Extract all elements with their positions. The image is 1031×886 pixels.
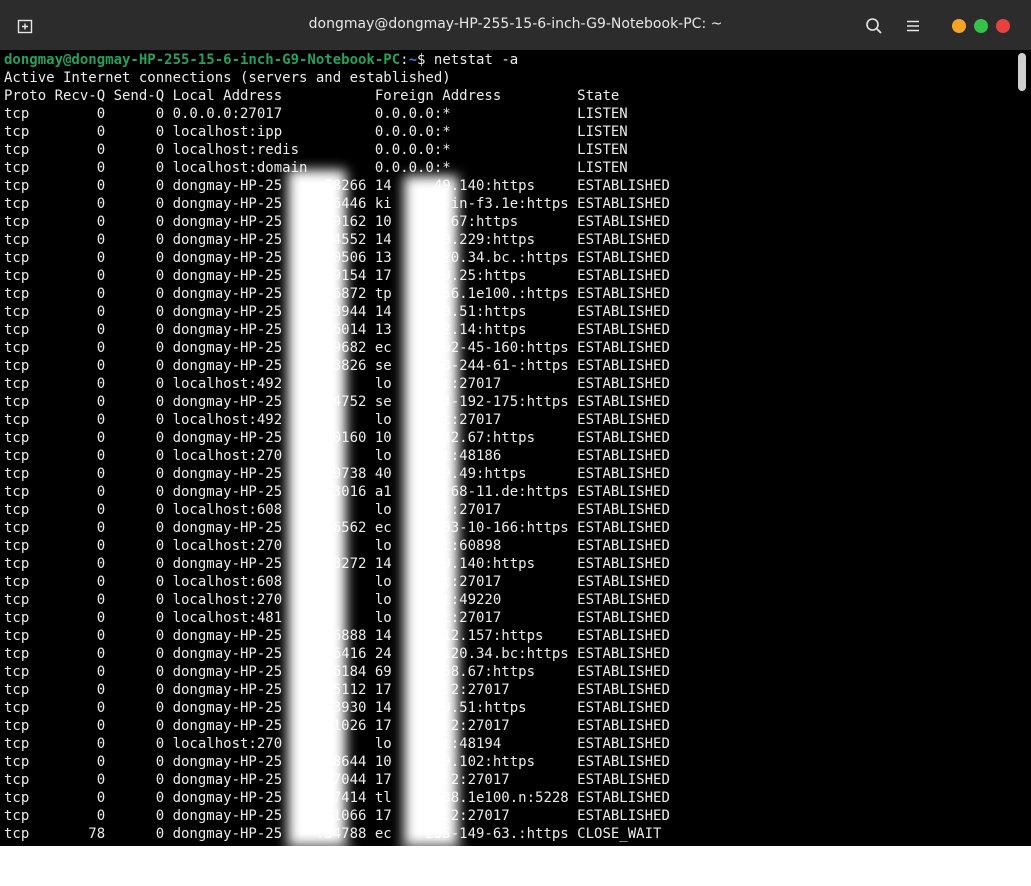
prompt-user-host: dongmay@dongmay-HP-255-15-6-inch-G9-Note… <box>4 52 401 68</box>
title-bar: dongmay@dongmay-HP-255-15-6-inch-G9-Note… <box>0 0 1031 51</box>
terminal-output[interactable]: dongmay@dongmay-HP-255-15-6-inch-G9-Note… <box>0 50 1014 846</box>
command-text: netstat -a <box>433 52 519 68</box>
maximize-icon[interactable] <box>974 19 988 33</box>
redaction-tail-foreign <box>398 846 464 868</box>
prompt-symbol: $ <box>417 52 426 68</box>
terminal-window: dongmay@dongmay-HP-255-15-6-inch-G9-Note… <box>0 0 1031 846</box>
redaction-tail-local <box>284 846 354 868</box>
hamburger-menu-icon[interactable] <box>903 16 923 36</box>
prompt-path: ~ <box>408 52 418 68</box>
minimize-icon[interactable] <box>952 19 966 33</box>
close-icon[interactable] <box>996 19 1010 33</box>
scrollbar[interactable] <box>1014 50 1031 846</box>
redaction-block-local <box>288 170 346 846</box>
connection-row: tcp 0 0 0.0.0.0:27017 0.0.0.0:* LISTEN <box>4 106 628 122</box>
output-header: Active Internet connections (servers and… <box>4 70 451 86</box>
connection-row: tcp 0 0 localhost:redis 0.0.0.0:* LISTEN <box>4 142 628 158</box>
redaction-block-foreign <box>404 176 458 846</box>
scrollbar-thumb[interactable] <box>1018 53 1026 91</box>
search-icon[interactable] <box>864 16 884 36</box>
prompt-separator: : <box>400 52 409 68</box>
column-header: Proto Recv-Q Send-Q Local Address Foreig… <box>4 88 620 104</box>
prompt-line: dongmay@dongmay-HP-255-15-6-inch-G9-Note… <box>4 51 670 69</box>
connection-row: tcp 0 0 localhost:ipp 0.0.0.0:* LISTEN <box>4 124 628 140</box>
